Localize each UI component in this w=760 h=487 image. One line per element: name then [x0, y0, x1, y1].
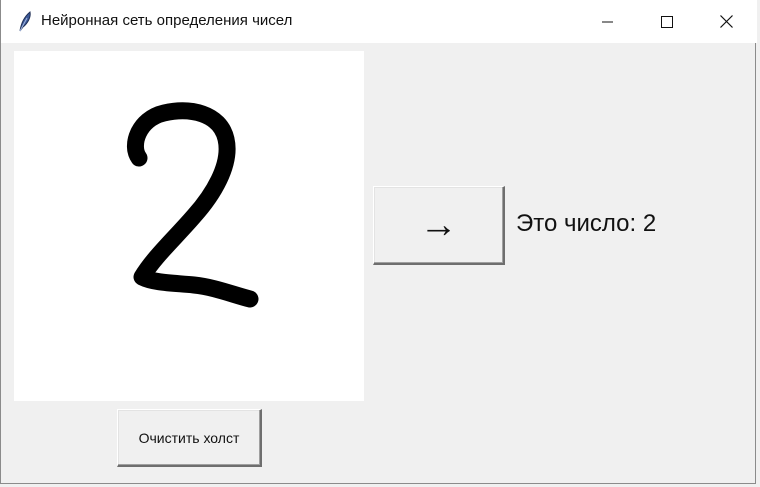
predict-button[interactable]: →	[373, 186, 505, 265]
drawn-digit	[127, 102, 259, 308]
minimize-button[interactable]	[579, 0, 637, 43]
prediction-result: Это число: 2	[516, 210, 657, 237]
title-bar[interactable]: Нейронная сеть определения чисел	[1, 0, 757, 43]
minimize-icon	[602, 21, 613, 22]
app-window: Нейронная сеть определения чисел → Это ч…	[0, 0, 757, 484]
maximize-button[interactable]	[638, 0, 696, 43]
arrow-right-icon: →	[419, 203, 458, 246]
clear-canvas-label: Очистить холст	[138, 429, 240, 446]
maximize-icon	[661, 15, 673, 28]
feather-icon	[15, 10, 35, 32]
close-icon	[719, 15, 733, 28]
clear-canvas-button[interactable]: Очистить холст	[117, 409, 262, 467]
drawing-canvas[interactable]	[14, 51, 364, 401]
window-title: Нейронная сеть определения чисел	[41, 12, 293, 29]
close-button[interactable]	[697, 0, 755, 43]
